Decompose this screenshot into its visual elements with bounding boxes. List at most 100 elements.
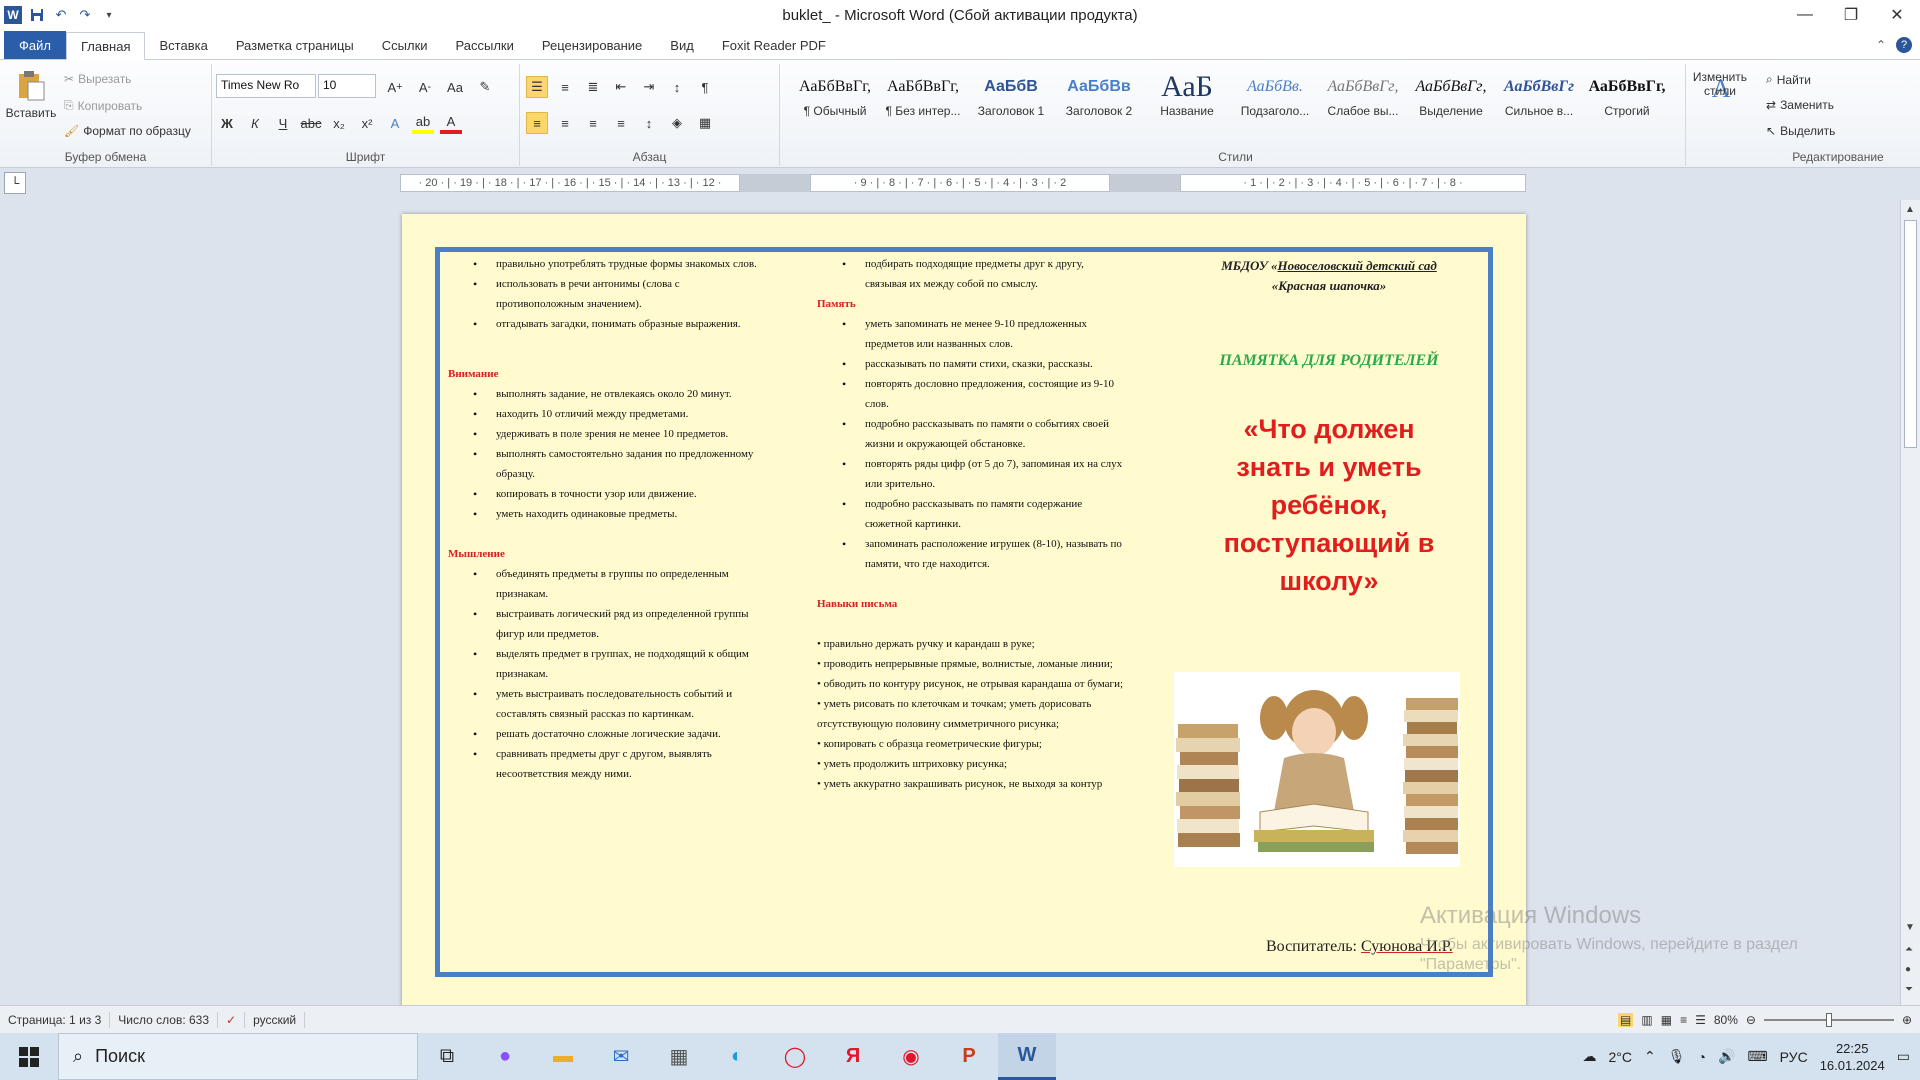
next-page-icon[interactable]: ⏷ [1905,984,1913,995]
notifications-icon[interactable]: ▭ [1897,1048,1910,1065]
grow-font-icon[interactable]: A + [384,76,406,98]
multilevel-list-icon[interactable]: ≣ [582,76,604,98]
shading-icon[interactable]: ◈ [666,112,688,134]
undo-icon[interactable]: ↶ [52,6,70,24]
copy-button[interactable]: ⎘ Копировать [64,98,142,113]
close-button[interactable]: ✕ [1874,0,1920,30]
tab-review[interactable]: Рецензирование [528,31,656,59]
text-effects-icon[interactable]: A [384,112,406,134]
file-explorer-icon[interactable]: ▬ [534,1033,592,1080]
style-item[interactable]: АаБбВв. Подзаголо... [1232,70,1318,130]
help-icon[interactable]: ? [1896,37,1912,53]
font-color-icon[interactable]: A [440,112,462,134]
align-left-icon[interactable]: ≡ [526,112,548,134]
format-painter-button[interactable]: 🖌 Формат по образцу [64,124,191,138]
replace-button[interactable]: ⇄ Заменить [1766,98,1834,112]
cut-button[interactable]: ✂ Вырезать [64,72,131,86]
highlight-icon[interactable]: ab [412,112,434,134]
style-item[interactable]: АаБбВвГг, Строгий [1584,70,1670,130]
font-name-combo[interactable]: Times New Ro [216,74,316,98]
customize-icon[interactable]: ▾ [100,6,118,24]
minimize-ribbon-icon[interactable]: ⌃ [1876,38,1886,52]
page-count[interactable]: Страница: 1 из 3 [0,1011,111,1028]
word-taskbar-icon[interactable]: W [998,1033,1056,1080]
tab-selector-icon[interactable]: └ [4,172,26,194]
zoom-in-icon[interactable]: ⊕ [1902,1013,1912,1027]
restore-button[interactable]: ❐ [1828,0,1874,30]
pilcrow-icon[interactable]: ¶ [694,76,716,98]
tab-foxit[interactable]: Foxit Reader PDF [708,31,840,59]
tab-insert[interactable]: Вставка [145,31,221,59]
network-icon[interactable]: ◔ [1698,1049,1706,1065]
underline-icon[interactable]: Ч [272,112,294,134]
clock[interactable]: 22:25 16.01.2024 [1820,1040,1885,1074]
browse-object-icon[interactable]: ● [1905,964,1911,975]
save-icon[interactable] [28,6,46,24]
powerpoint-icon[interactable]: P [940,1033,998,1080]
sort-icon[interactable]: ↕ [666,76,688,98]
change-case-icon[interactable]: Aa [444,76,466,98]
store-icon[interactable]: ▦ [650,1033,708,1080]
web-layout-icon[interactable]: ▦ [1661,1013,1672,1027]
draft-icon[interactable]: ☰ [1695,1013,1706,1027]
prev-page-icon[interactable]: ⏶ [1905,944,1913,955]
zoom-level[interactable]: 80% [1714,1013,1738,1027]
full-screen-reading-icon[interactable]: ▥ [1641,1013,1652,1027]
keyboard-icon[interactable]: ⌨ [1747,1048,1767,1065]
borders-icon[interactable]: ▦ [694,112,716,134]
opera-browser-icon[interactable]: ◯ [766,1033,824,1080]
style-item[interactable]: АаБбВ Заголовок 1 [968,70,1054,130]
tab-view[interactable]: Вид [656,31,708,59]
bold-icon[interactable]: Ж [216,112,238,134]
volume-icon[interactable]: 🔊 [1718,1048,1735,1065]
clear-format-icon[interactable]: ✎ [474,76,496,98]
alice-assistant-icon[interactable]: ● [476,1033,534,1080]
zoom-slider[interactable] [1763,1012,1894,1027]
yandex-browser-icon[interactable]: ◉ [882,1033,940,1080]
line-spacing-icon[interactable]: ↕ [638,112,660,134]
numbering-icon[interactable]: ≡ [554,76,576,98]
tab-mailings[interactable]: Рассылки [442,31,528,59]
change-styles-label[interactable]: Изменить стили [1686,70,1754,98]
decrease-indent-icon[interactable]: ⇤ [610,76,632,98]
word-count[interactable]: Число слов: 633 [110,1011,219,1028]
style-item[interactable]: АаБ Название [1144,70,1230,130]
find-button[interactable]: ⌕ Найти [1766,72,1811,87]
scroll-down-icon[interactable]: ▼ [1905,922,1915,933]
style-item[interactable]: АаБбВв Заголовок 2 [1056,70,1142,130]
outline-icon[interactable]: ≡ [1680,1013,1687,1027]
spellcheck-icon[interactable]: ✓ [218,1011,246,1028]
redo-icon[interactable]: ↷ [76,6,94,24]
justify-icon[interactable]: ≡ [610,112,632,134]
paste-button[interactable]: Вставить [6,70,56,120]
print-layout-icon[interactable]: ▤ [1618,1012,1634,1027]
tab-page-layout[interactable]: Разметка страницы [222,31,368,59]
font-size-combo[interactable]: 10 [318,74,376,98]
document-page[interactable]: правильно употреблять трудные формы знак… [402,214,1526,1005]
yandex-icon[interactable]: Я [824,1033,882,1080]
increase-indent-icon[interactable]: ⇥ [638,76,660,98]
zoom-out-icon[interactable]: ⊖ [1746,1013,1756,1027]
tab-file[interactable]: Файл [4,31,66,59]
word-logo-icon[interactable]: W [4,6,22,24]
input-language[interactable]: РУС [1780,1049,1808,1065]
shrink-font-icon[interactable]: A- [414,76,436,98]
strikethrough-icon[interactable]: abc [300,112,322,134]
bullets-icon[interactable]: ☰ [526,76,548,98]
minimize-button[interactable]: — [1782,0,1828,30]
tray-overflow-icon[interactable]: ⌃ [1644,1048,1656,1065]
zoom-slider-knob[interactable] [1825,1012,1832,1027]
weather-temp[interactable]: 2°C [1609,1049,1633,1065]
task-view-icon[interactable]: ⧉ [418,1033,476,1080]
style-item[interactable]: АаБбВвГг, ¶ Обычный [792,70,878,130]
weather-icon[interactable]: ☁ [1583,1048,1597,1065]
style-item[interactable]: АаБбВвГг Сильное в... [1496,70,1582,130]
superscript-icon[interactable]: x² [356,112,378,134]
vertical-scrollbar[interactable]: ▲ ▼ ⏶ ● ⏷ [1900,200,1920,1005]
align-center-icon[interactable]: ≡ [554,112,576,134]
microphone-icon[interactable]: 🎙 [1668,1048,1686,1065]
taskbar-search[interactable]: ⌕ Поиск [58,1033,418,1080]
mail-icon[interactable]: ✉ [592,1033,650,1080]
subscript-icon[interactable]: x₂ [328,112,350,134]
edge-browser-icon[interactable]: ◐ [708,1033,766,1080]
